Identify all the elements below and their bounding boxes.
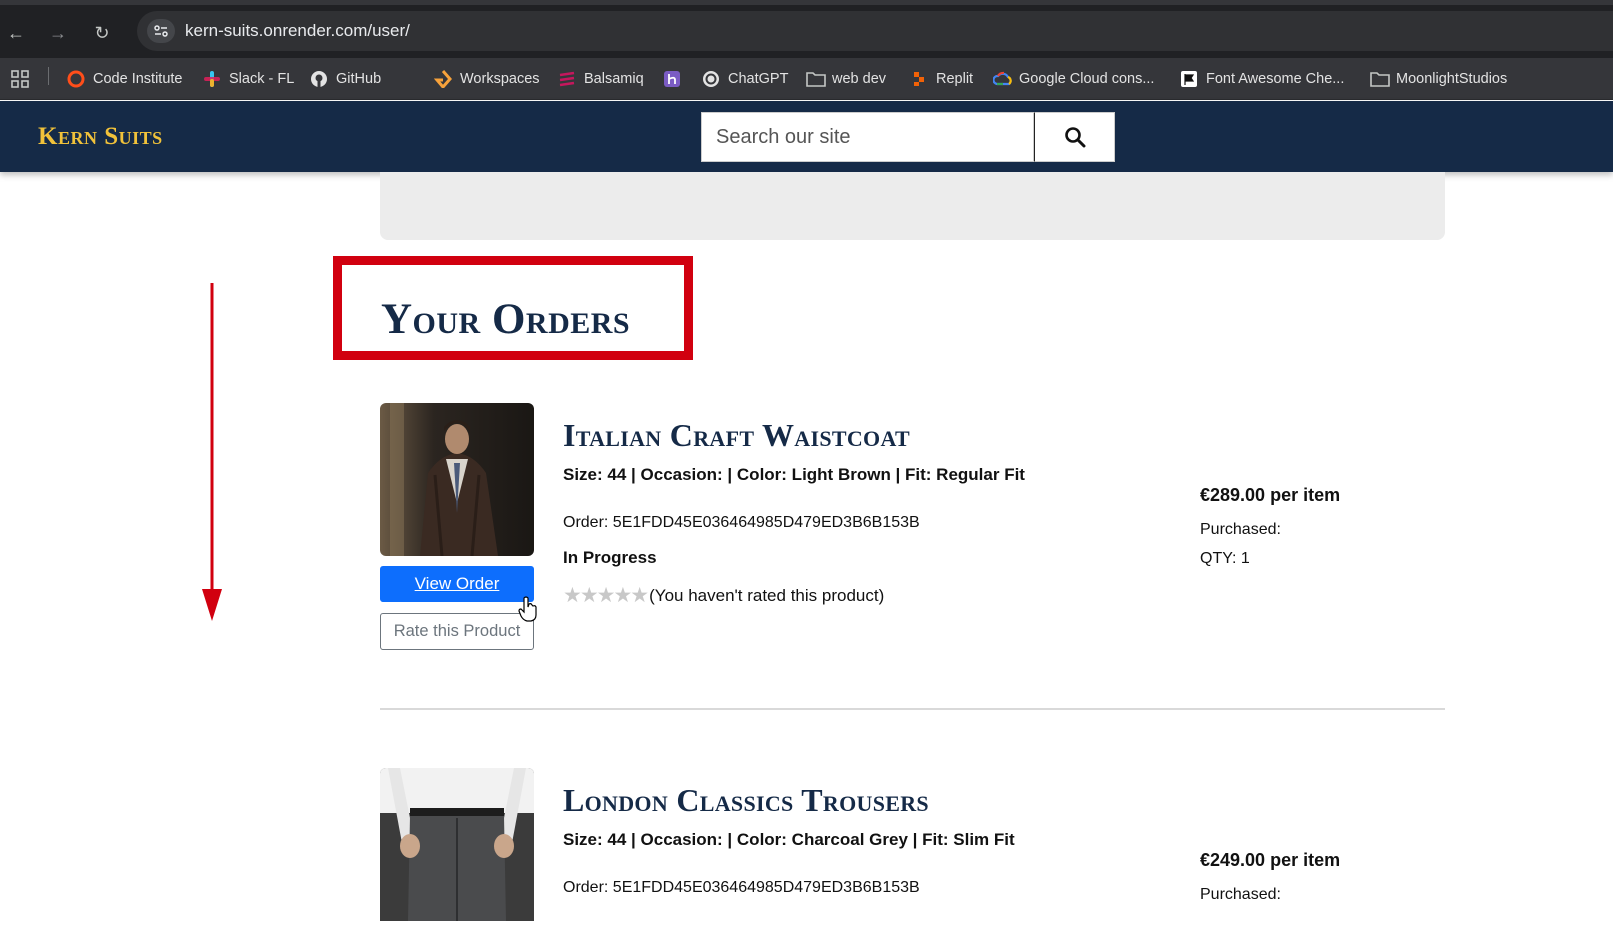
product-image[interactable] <box>380 403 534 556</box>
bookmark-web-dev[interactable]: web dev <box>806 68 886 90</box>
quantity: QTY: 1 <box>1200 550 1250 567</box>
reload-icon[interactable]: ↻ <box>90 21 114 45</box>
bookmark-workspaces[interactable]: Workspaces <box>433 68 540 90</box>
chatgpt-icon <box>702 70 720 88</box>
bookmark-label: Google Cloud cons... <box>1019 71 1155 87</box>
browser-toolbar: ← → ↻ kern-suits.onrender.com/user/ <box>0 0 1613 58</box>
bookmark-separator <box>48 67 49 85</box>
order-item: London Classics Trousers Size: 44 | Occa… <box>380 768 1445 926</box>
bookmark-label: Workspaces <box>460 71 540 87</box>
font-awesome-icon <box>1180 70 1198 88</box>
bookmark-balsamiq[interactable]: Balsamiq <box>558 68 644 90</box>
url-text[interactable]: kern-suits.onrender.com/user/ <box>185 21 410 41</box>
rate-product-button[interactable]: Rate this Product <box>380 613 534 650</box>
bookmark-label: Slack - FL <box>229 71 295 87</box>
bookmark-heroku[interactable] <box>663 68 681 90</box>
product-name[interactable]: London Classics Trousers <box>563 782 929 819</box>
annotation-down-arrow-icon <box>202 283 222 621</box>
price-suffix: per item <box>1270 485 1341 505</box>
product-name[interactable]: Italian Craft Waistcoat <box>563 417 910 454</box>
replit-icon <box>910 70 928 88</box>
bookmark-chatgpt[interactable]: ChatGPT <box>702 68 788 90</box>
heroku-icon <box>663 70 681 88</box>
item-price: €289.00 per item <box>1200 485 1340 506</box>
bookmark-label: ChatGPT <box>728 71 789 87</box>
brand-logo[interactable]: Kern Suits <box>38 123 163 151</box>
search-icon <box>1064 127 1085 148</box>
hand-cursor-icon <box>518 596 537 622</box>
bookmark-label: Balsamiq <box>584 71 644 87</box>
site-info-icon[interactable] <box>147 19 175 43</box>
folder-icon <box>1370 70 1390 88</box>
order-number: Order: 5E1FDD45E036464985D479ED3B6B153B <box>563 514 920 531</box>
page-title: Your Orders <box>381 296 631 343</box>
rating-stars-icon: ★★★★★ <box>563 584 649 607</box>
price-value: €289.00 <box>1200 485 1266 505</box>
bookmark-font-awesome[interactable]: Font Awesome Che... <box>1180 68 1344 90</box>
order-status: In Progress <box>563 548 657 567</box>
bookmark-code-institute[interactable]: Code Institute <box>67 68 182 90</box>
view-order-button[interactable]: View Order <box>380 566 534 602</box>
workspaces-icon <box>433 70 452 90</box>
bookmark-google-cloud[interactable]: Google Cloud cons... <box>992 68 1155 90</box>
site-header: Kern Suits <box>0 101 1613 172</box>
address-bar[interactable]: kern-suits.onrender.com/user/ <box>137 11 1613 51</box>
balsamiq-icon <box>558 70 576 88</box>
code-institute-icon <box>67 70 85 88</box>
product-details: Size: 44 | Occasion: | Color: Charcoal G… <box>563 830 1015 849</box>
purchased-label: Purchased: <box>1200 521 1281 538</box>
bookmark-slack[interactable]: Slack - FL <box>203 68 294 90</box>
order-item: Italian Craft Waistcoat Size: 44 | Occas… <box>380 403 1445 663</box>
bookmark-label: Code Institute <box>93 71 183 87</box>
bookmark-github[interactable]: GitHub <box>310 68 381 90</box>
product-details: Size: 44 | Occasion: | Color: Light Brow… <box>563 465 1025 484</box>
bookmark-replit[interactable]: Replit <box>910 68 973 90</box>
price-suffix: per item <box>1270 850 1341 870</box>
folder-icon <box>806 70 826 88</box>
bookmark-moonlight-studios[interactable]: MoonlightStudios <box>1370 68 1507 90</box>
price-value: €249.00 <box>1200 850 1266 870</box>
search-button[interactable] <box>1034 112 1115 162</box>
product-rating: ★★★★★ (You haven't rated this product) <box>563 583 884 608</box>
bookmark-label: GitHub <box>336 71 382 87</box>
bookmark-label: web dev <box>832 71 887 87</box>
slack-icon <box>203 70 221 88</box>
google-cloud-icon <box>992 70 1012 88</box>
product-image[interactable] <box>380 768 534 921</box>
apps-grid-icon[interactable] <box>10 69 30 94</box>
github-icon <box>310 70 328 88</box>
profile-info-panel <box>380 172 1445 240</box>
order-divider <box>380 708 1445 710</box>
purchased-label: Purchased: <box>1200 886 1281 903</box>
order-number: Order: 5E1FDD45E036464985D479ED3B6B153B <box>563 879 920 896</box>
rating-text: (You haven't rated this product) <box>649 585 885 605</box>
back-icon[interactable]: ← <box>4 21 28 45</box>
item-price: €249.00 per item <box>1200 850 1340 871</box>
bookmark-label: MoonlightStudios <box>1396 71 1508 87</box>
forward-icon[interactable]: → <box>46 21 70 45</box>
bookmark-label: Replit <box>936 71 974 87</box>
bookmark-label: Font Awesome Che... <box>1206 71 1345 87</box>
search-input[interactable] <box>701 112 1034 162</box>
